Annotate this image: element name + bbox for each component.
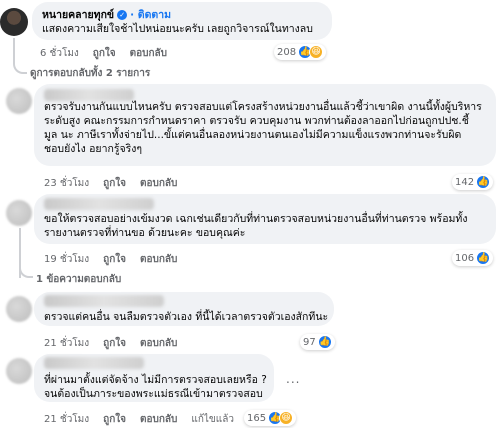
comment-text: ตรวจแต่คนอื่น จนลืมตรวจตัวเอง ที่นี้ได้เ… [44, 311, 329, 323]
edited-label: แก้ไขแล้ว [191, 414, 234, 425]
like-button[interactable]: ถูกใจ [103, 176, 126, 191]
comment-text: แสดงความเสียใจช้าไปหน่อยนะครับ เลยถูกวิจ… [42, 23, 313, 35]
follow-link[interactable]: · ติดตาม [130, 6, 171, 23]
reaction-summary[interactable]: 142 👍 [452, 174, 494, 190]
like-button[interactable]: ถูกใจ [103, 336, 126, 351]
reaction-count: 106 [455, 252, 475, 264]
comment-time[interactable]: 23 ชั่วโมง [44, 176, 89, 191]
comment-time[interactable]: 6 ชั่วโมง [40, 46, 79, 61]
comment-time[interactable]: 21 ชั่วโมง [44, 412, 89, 427]
comment-text: ตรวจรับงานกันแบบไหนครับ ตรวจสอบแต่โครงสร… [44, 101, 482, 155]
avatar[interactable] [6, 88, 32, 114]
reaction-summary[interactable]: 97 👍 [300, 334, 335, 350]
comment-author[interactable]: หนายคลายทุกข์ [42, 6, 114, 23]
view-replies-link[interactable]: ดูการตอบกลับทั้ง 2 รายการ [30, 66, 150, 81]
comment-author-blurred [44, 198, 154, 210]
comment-actions: 23 ชั่วโมง ถูกใจ ตอบกลับ [44, 176, 177, 191]
reaction-summary[interactable]: 208 👍 😆 [274, 44, 327, 60]
reply-button[interactable]: ตอบกลับ [130, 46, 167, 61]
like-button[interactable]: ถูกใจ [103, 252, 126, 267]
like-button[interactable]: ถูกใจ [93, 46, 116, 61]
reaction-count: 97 [303, 336, 316, 348]
verified-badge-icon: ✓ [117, 9, 128, 20]
comment-author-blurred [44, 357, 144, 369]
comment-text: ที่ผ่านมาตั้งแต่จัดจ้าง ไม่มีการตรวจสอบเ… [44, 374, 267, 400]
more-options-icon[interactable]: ... [286, 372, 300, 386]
comment-actions: 21 ชั่วโมง ถูกใจ ตอบกลับ แก้ไขแล้ว [44, 412, 234, 427]
comment-actions: 21 ชั่วโมง ถูกใจ ตอบกลับ [44, 336, 177, 351]
reply-button[interactable]: ตอบกลับ [140, 412, 177, 427]
avatar[interactable] [6, 358, 32, 384]
haha-reaction-icon: 😆 [309, 45, 324, 59]
thread-connector [19, 266, 33, 278]
reaction-summary[interactable]: 165 👍 😆 [244, 410, 297, 426]
reaction-count: 208 [277, 46, 297, 58]
view-replies-link[interactable]: 1 ข้อความตอบกลับ [36, 272, 121, 287]
reaction-summary[interactable]: 106 👍 [452, 250, 494, 266]
comment-author-blurred [44, 295, 164, 307]
comment-actions: 6 ชั่วโมง ถูกใจ ตอบกลับ [40, 46, 167, 61]
like-button[interactable]: ถูกใจ [103, 412, 126, 427]
thread-connector [13, 38, 27, 74]
like-reaction-icon: 👍 [476, 251, 491, 265]
reaction-count: 165 [247, 412, 267, 424]
like-reaction-icon: 👍 [317, 335, 332, 349]
comment-bubble: หนายคลายทุกข์ ✓ · ติดตาม แสดงความเสียใจช… [32, 2, 332, 40]
like-reaction-icon: 👍 [476, 175, 491, 189]
reaction-count: 142 [455, 176, 475, 188]
comment-time[interactable]: 21 ชั่วโมง [44, 336, 89, 351]
comment-text: ขอให้ตรวจสอบอย่างเข้มงวด เฉกเช่นเดียวกับ… [44, 213, 468, 239]
comment-time[interactable]: 19 ชั่วโมง [44, 252, 89, 267]
reply-button[interactable]: ตอบกลับ [140, 176, 177, 191]
avatar[interactable] [6, 296, 32, 322]
reply-button[interactable]: ตอบกลับ [140, 336, 177, 351]
haha-reaction-icon: 😆 [279, 411, 294, 425]
reply-button[interactable]: ตอบกลับ [140, 252, 177, 267]
avatar[interactable] [6, 200, 32, 226]
avatar[interactable] [0, 8, 28, 36]
comment-actions: 19 ชั่วโมง ถูกใจ ตอบกลับ [44, 252, 177, 267]
view-replies-label: ดูการตอบกลับทั้ง 2 รายการ [30, 68, 151, 79]
view-replies-label: 1 ข้อความตอบกลับ [36, 274, 122, 285]
